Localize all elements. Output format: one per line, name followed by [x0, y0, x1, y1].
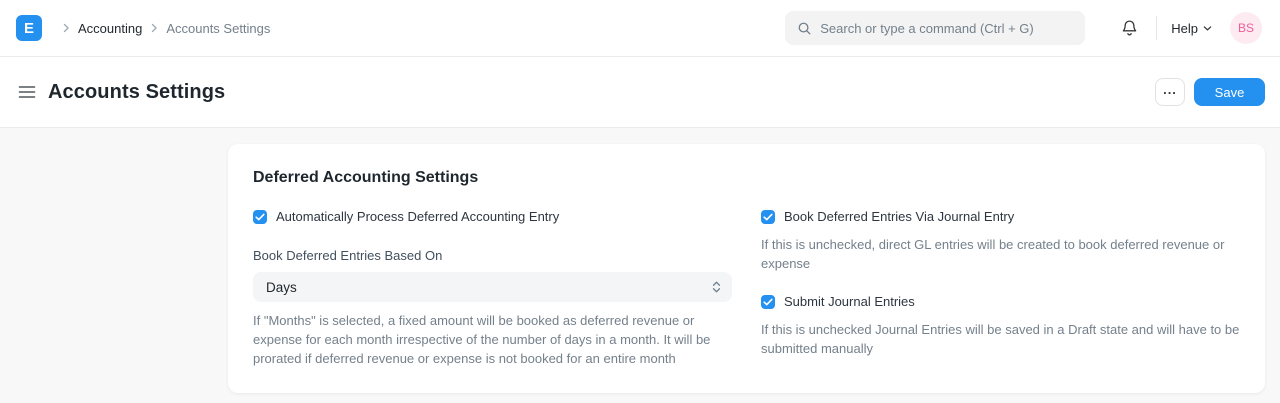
navbar-right: Help BS [785, 11, 1262, 45]
deferred-accounting-settings-card: Deferred Accounting Settings Automatical… [228, 144, 1265, 393]
submit-journal-entries-checkbox[interactable]: Submit Journal Entries [761, 294, 1240, 309]
breadcrumb-accounting[interactable]: Accounting [78, 21, 142, 36]
divider [1156, 16, 1157, 40]
chevron-down-icon [1203, 25, 1212, 32]
help-menu-button[interactable]: Help [1171, 21, 1212, 36]
breadcrumb-accounts-settings: Accounts Settings [166, 21, 270, 36]
select-chevrons-icon [712, 280, 721, 294]
bell-icon [1121, 19, 1138, 37]
global-search[interactable] [785, 11, 1085, 45]
right-column: Book Deferred Entries Via Journal Entry … [761, 209, 1240, 368]
checkbox-label: Submit Journal Entries [784, 294, 915, 309]
based-on-field-label: Book Deferred Entries Based On [253, 248, 732, 263]
based-on-help-text: If "Months" is selected, a fixed amount … [253, 311, 732, 368]
notifications-button[interactable] [1117, 15, 1142, 41]
book-via-journal-entry-checkbox[interactable]: Book Deferred Entries Via Journal Entry [761, 209, 1240, 224]
based-on-select[interactable]: Days [253, 272, 732, 302]
checkbox-checked-icon [761, 295, 775, 309]
breadcrumb: Accounting Accounts Settings [54, 21, 270, 36]
checkbox-label: Automatically Process Deferred Accountin… [276, 209, 559, 224]
save-button[interactable]: Save [1194, 78, 1265, 106]
search-icon [797, 21, 812, 36]
section-title: Deferred Accounting Settings [253, 169, 1240, 187]
help-label: Help [1171, 21, 1198, 36]
auto-process-deferred-entry-checkbox[interactable]: Automatically Process Deferred Accountin… [253, 209, 732, 224]
form-columns: Automatically Process Deferred Accountin… [253, 209, 1240, 368]
checkbox-checked-icon [253, 210, 267, 224]
menu-ellipsis-button[interactable]: ... [1155, 78, 1185, 106]
page-head-actions: ... Save [1155, 78, 1265, 106]
page-head: Accounts Settings ... Save [0, 57, 1280, 128]
checkbox-label: Book Deferred Entries Via Journal Entry [784, 209, 1014, 224]
hamburger-icon [18, 85, 36, 99]
search-input[interactable] [820, 21, 1073, 36]
chevron-right-icon [149, 23, 159, 33]
select-value: Days [266, 280, 712, 295]
submit-journal-help-text: If this is unchecked Journal Entries wil… [761, 320, 1240, 358]
page-body: Deferred Accounting Settings Automatical… [0, 128, 1280, 393]
avatar[interactable]: BS [1230, 12, 1262, 44]
left-column: Automatically Process Deferred Accountin… [253, 209, 732, 368]
navbar: E Accounting Accounts Settings [0, 0, 1280, 57]
chevron-right-icon [61, 23, 71, 33]
app-logo-icon[interactable]: E [16, 15, 42, 41]
page-title: Accounts Settings [48, 81, 225, 104]
sidebar-toggle-button[interactable] [16, 81, 38, 103]
checkbox-checked-icon [761, 210, 775, 224]
via-journal-help-text: If this is unchecked, direct GL entries … [761, 235, 1240, 273]
